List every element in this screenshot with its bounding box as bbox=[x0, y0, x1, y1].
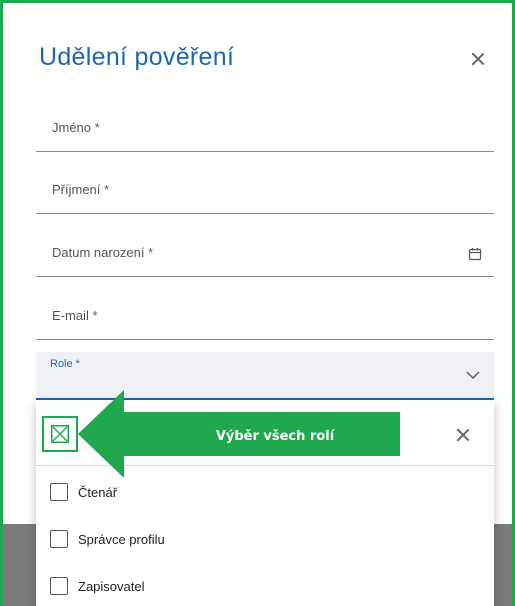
select-all-checkbox-icon bbox=[51, 425, 69, 443]
birth-date-field[interactable]: Datum narození * bbox=[36, 225, 494, 277]
role-option[interactable]: Zapisovatel bbox=[50, 575, 470, 597]
role-option[interactable]: Čtenář bbox=[50, 481, 470, 503]
email-field[interactable]: E-mail * bbox=[36, 288, 494, 340]
birth-date-label: Datum narození * bbox=[52, 245, 154, 260]
role-label: Role * bbox=[50, 358, 80, 370]
checkbox[interactable] bbox=[50, 577, 68, 595]
first-name-label: Jméno * bbox=[52, 120, 100, 135]
close-icon[interactable] bbox=[455, 427, 471, 443]
role-option-label: Čtenář bbox=[78, 484, 118, 500]
email-label: E-mail * bbox=[52, 308, 98, 323]
checkbox[interactable] bbox=[50, 483, 68, 501]
role-option-label: Zapisovatel bbox=[78, 578, 145, 594]
dialog-title: Udělení pověření bbox=[39, 43, 235, 71]
chevron-down-icon[interactable] bbox=[466, 368, 480, 382]
role-option[interactable]: Správce profilu bbox=[50, 528, 470, 550]
annotation-label: Výběr všech rolí bbox=[215, 429, 335, 444]
select-all-checkbox[interactable] bbox=[42, 416, 78, 452]
last-name-label: Příjmení * bbox=[52, 182, 110, 197]
checkbox[interactable] bbox=[50, 530, 68, 548]
close-icon[interactable] bbox=[470, 51, 486, 67]
last-name-field[interactable]: Příjmení * bbox=[36, 162, 494, 214]
role-option-label: Správce profilu bbox=[78, 531, 165, 547]
calendar-icon[interactable] bbox=[468, 247, 482, 261]
first-name-field[interactable]: Jméno * bbox=[36, 100, 494, 152]
